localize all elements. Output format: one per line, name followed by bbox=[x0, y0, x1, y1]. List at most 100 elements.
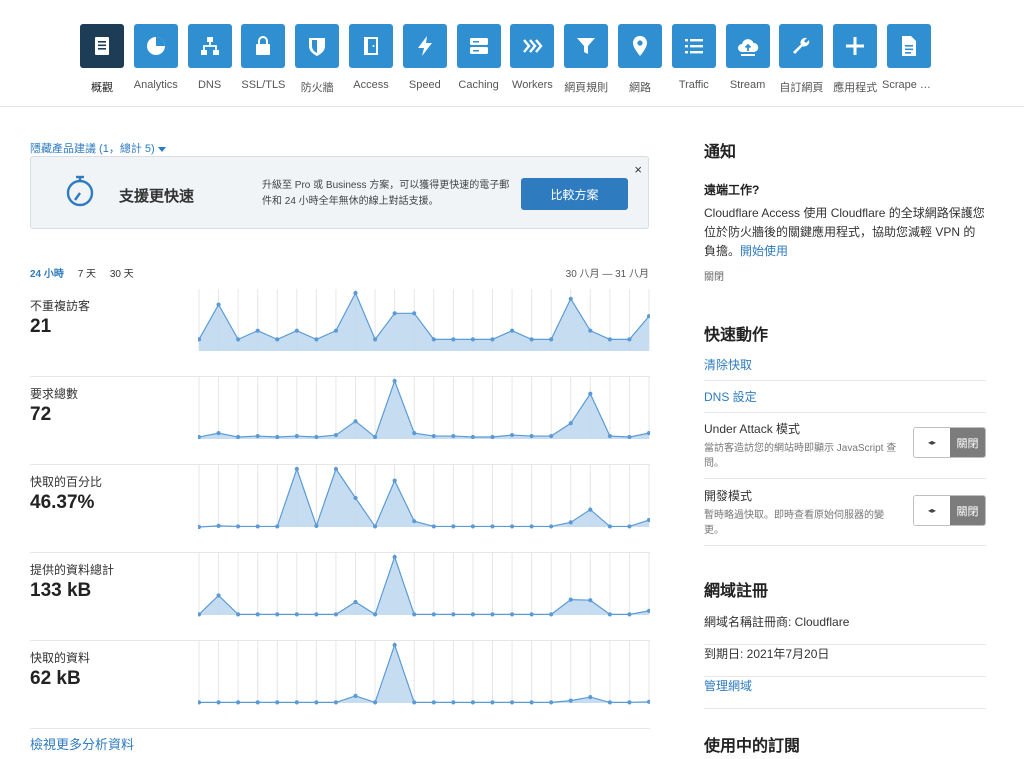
close-icon[interactable]: × bbox=[634, 163, 642, 176]
nav-label: Workers bbox=[512, 79, 553, 91]
sparkline-point bbox=[333, 328, 339, 333]
sparkline-point bbox=[333, 700, 339, 705]
nav-label: 應用程式 bbox=[833, 82, 878, 94]
range-30d[interactable]: 30 天 bbox=[110, 269, 134, 280]
sparkline-area bbox=[199, 293, 649, 351]
sparkline-point bbox=[333, 466, 339, 472]
sparkline-point bbox=[470, 337, 476, 342]
sparkline-point bbox=[372, 524, 378, 529]
nav-item-7[interactable]: Caching bbox=[452, 24, 506, 98]
sparkline-point bbox=[549, 700, 554, 705]
metric-row: 要求總數 72 bbox=[30, 377, 650, 465]
toggle-knob-icon: ◂▸ bbox=[914, 428, 950, 457]
sparkline-point bbox=[255, 612, 260, 617]
sparkline-point bbox=[294, 700, 299, 705]
sparkline-point bbox=[470, 434, 476, 440]
under-attack-row: Under Attack 模式 當訪客造訪您的網站時即顯示 JavaScript… bbox=[704, 420, 986, 479]
under-attack-toggle[interactable]: ◂▸ 關閉 bbox=[913, 427, 986, 458]
nav-item-2[interactable]: DNS bbox=[183, 24, 237, 98]
range-7d[interactable]: 7 天 bbox=[78, 269, 96, 280]
nav-item-12[interactable]: Stream bbox=[721, 24, 775, 98]
sparkline-point bbox=[490, 612, 495, 617]
nav-item-1[interactable]: Analytics bbox=[129, 24, 183, 98]
sparkline-point bbox=[451, 337, 456, 342]
dns-settings-link[interactable]: DNS 設定 bbox=[704, 390, 757, 404]
nav-item-3[interactable]: SSL/TLS bbox=[236, 24, 290, 98]
hide-suggestions-toggle[interactable]: 隱藏產品建議 (1，總計 5) bbox=[30, 140, 166, 156]
dev-mode-toggle[interactable]: ◂▸ 關閉 bbox=[913, 495, 986, 526]
nav-item-8[interactable]: Workers bbox=[505, 24, 559, 98]
filter-icon bbox=[577, 38, 596, 54]
sparkline-point bbox=[490, 700, 495, 705]
date-range: 30 八月 — 31 八月 bbox=[565, 269, 649, 280]
sparkline-point bbox=[392, 378, 397, 384]
metric-value: 72 bbox=[30, 404, 52, 425]
sparkline-point bbox=[607, 337, 612, 342]
expiry-text: 到期日: 2021年7月20日 bbox=[704, 647, 830, 661]
metric-value: 46.37% bbox=[30, 492, 95, 513]
nav-tile bbox=[241, 24, 286, 68]
sparkline-point bbox=[588, 507, 593, 512]
metric-row: 不重複訪客 21 bbox=[30, 289, 650, 377]
nav-item-14[interactable]: 應用程式 bbox=[828, 24, 882, 98]
sparkline-chart bbox=[198, 377, 650, 440]
nav-tile bbox=[295, 24, 340, 68]
registrar-row: 網域名稱註冊商: Cloudflare bbox=[704, 613, 986, 645]
nav-item-6[interactable]: Speed bbox=[398, 24, 452, 98]
sparkline-point bbox=[431, 612, 436, 617]
purge-cache-link[interactable]: 清除快取 bbox=[704, 358, 752, 372]
compare-plans-button[interactable]: 比較方案 bbox=[521, 178, 628, 210]
sparkline-point bbox=[451, 700, 456, 705]
metric-label: 提供的資料總計 bbox=[30, 563, 115, 577]
sparkline-point bbox=[255, 328, 260, 333]
nav-item-9[interactable]: 網頁規則 bbox=[559, 24, 613, 98]
hide-suggestions-label: 隱藏產品建議 (1，總計 5) bbox=[30, 143, 155, 155]
nav-item-5[interactable]: Access bbox=[344, 24, 398, 98]
nav-tile bbox=[725, 24, 770, 68]
nav-item-4[interactable]: 防火牆 bbox=[290, 24, 344, 98]
sparkline-point bbox=[255, 700, 260, 705]
range-24h[interactable]: 24 小時 bbox=[30, 269, 64, 280]
sparkline-point bbox=[275, 612, 280, 617]
nav-item-11[interactable]: Traffic bbox=[667, 24, 721, 98]
sparkline-chart bbox=[198, 465, 650, 530]
sparkline-point bbox=[549, 337, 554, 342]
nav-label: Traffic bbox=[678, 79, 709, 91]
notice-body: Cloudflare Access 使用 Cloudflare 的全球網路保護您… bbox=[704, 204, 986, 261]
get-started-link[interactable]: 開始使用 bbox=[740, 244, 788, 258]
sparkline-area bbox=[199, 557, 649, 615]
nav-item-13[interactable]: 自訂網頁 bbox=[774, 24, 828, 98]
location-pin-icon bbox=[633, 36, 647, 56]
subscriptions-heading: 使用中的訂閱 bbox=[704, 738, 801, 755]
nav-label: Stream bbox=[729, 79, 766, 91]
sparkline-point bbox=[333, 612, 339, 617]
sparkline-point bbox=[392, 311, 397, 316]
registration-heading: 網域註冊 bbox=[704, 583, 769, 600]
sparkline-point bbox=[236, 524, 241, 529]
sparkline-point bbox=[255, 524, 260, 529]
document-icon bbox=[902, 36, 916, 56]
sparkline-point bbox=[412, 519, 417, 524]
promo-title: 支援更快速 bbox=[119, 188, 195, 205]
sparkline-point bbox=[372, 434, 378, 440]
metric-label: 快取的資料 bbox=[30, 651, 91, 665]
server-icon bbox=[469, 38, 488, 54]
sparkline-point bbox=[529, 337, 534, 342]
sparkline-chart bbox=[198, 553, 650, 617]
more-analytics-link[interactable]: 檢視更多分析資料 bbox=[30, 734, 134, 753]
nav-item-15[interactable]: Scrape S… bbox=[882, 24, 936, 98]
toggle-state: 關閉 bbox=[950, 428, 985, 457]
sparkline-point bbox=[392, 554, 397, 560]
sparkline-point bbox=[236, 700, 241, 705]
sparkline-point bbox=[549, 433, 554, 439]
metric-value: 21 bbox=[30, 316, 52, 337]
notice-close-link[interactable]: 關閉 bbox=[704, 268, 724, 283]
manage-domain-link[interactable]: 管理網域 bbox=[704, 679, 752, 693]
sparkline-point bbox=[607, 612, 612, 617]
sparkline-point bbox=[236, 337, 241, 342]
time-range-selector: 24 小時 7 天 30 天 bbox=[30, 265, 145, 280]
sparkline-point bbox=[216, 431, 221, 436]
sparkline-point bbox=[490, 337, 495, 342]
nav-item-0[interactable]: 概觀 bbox=[75, 24, 129, 98]
nav-item-10[interactable]: 網路 bbox=[613, 24, 667, 98]
